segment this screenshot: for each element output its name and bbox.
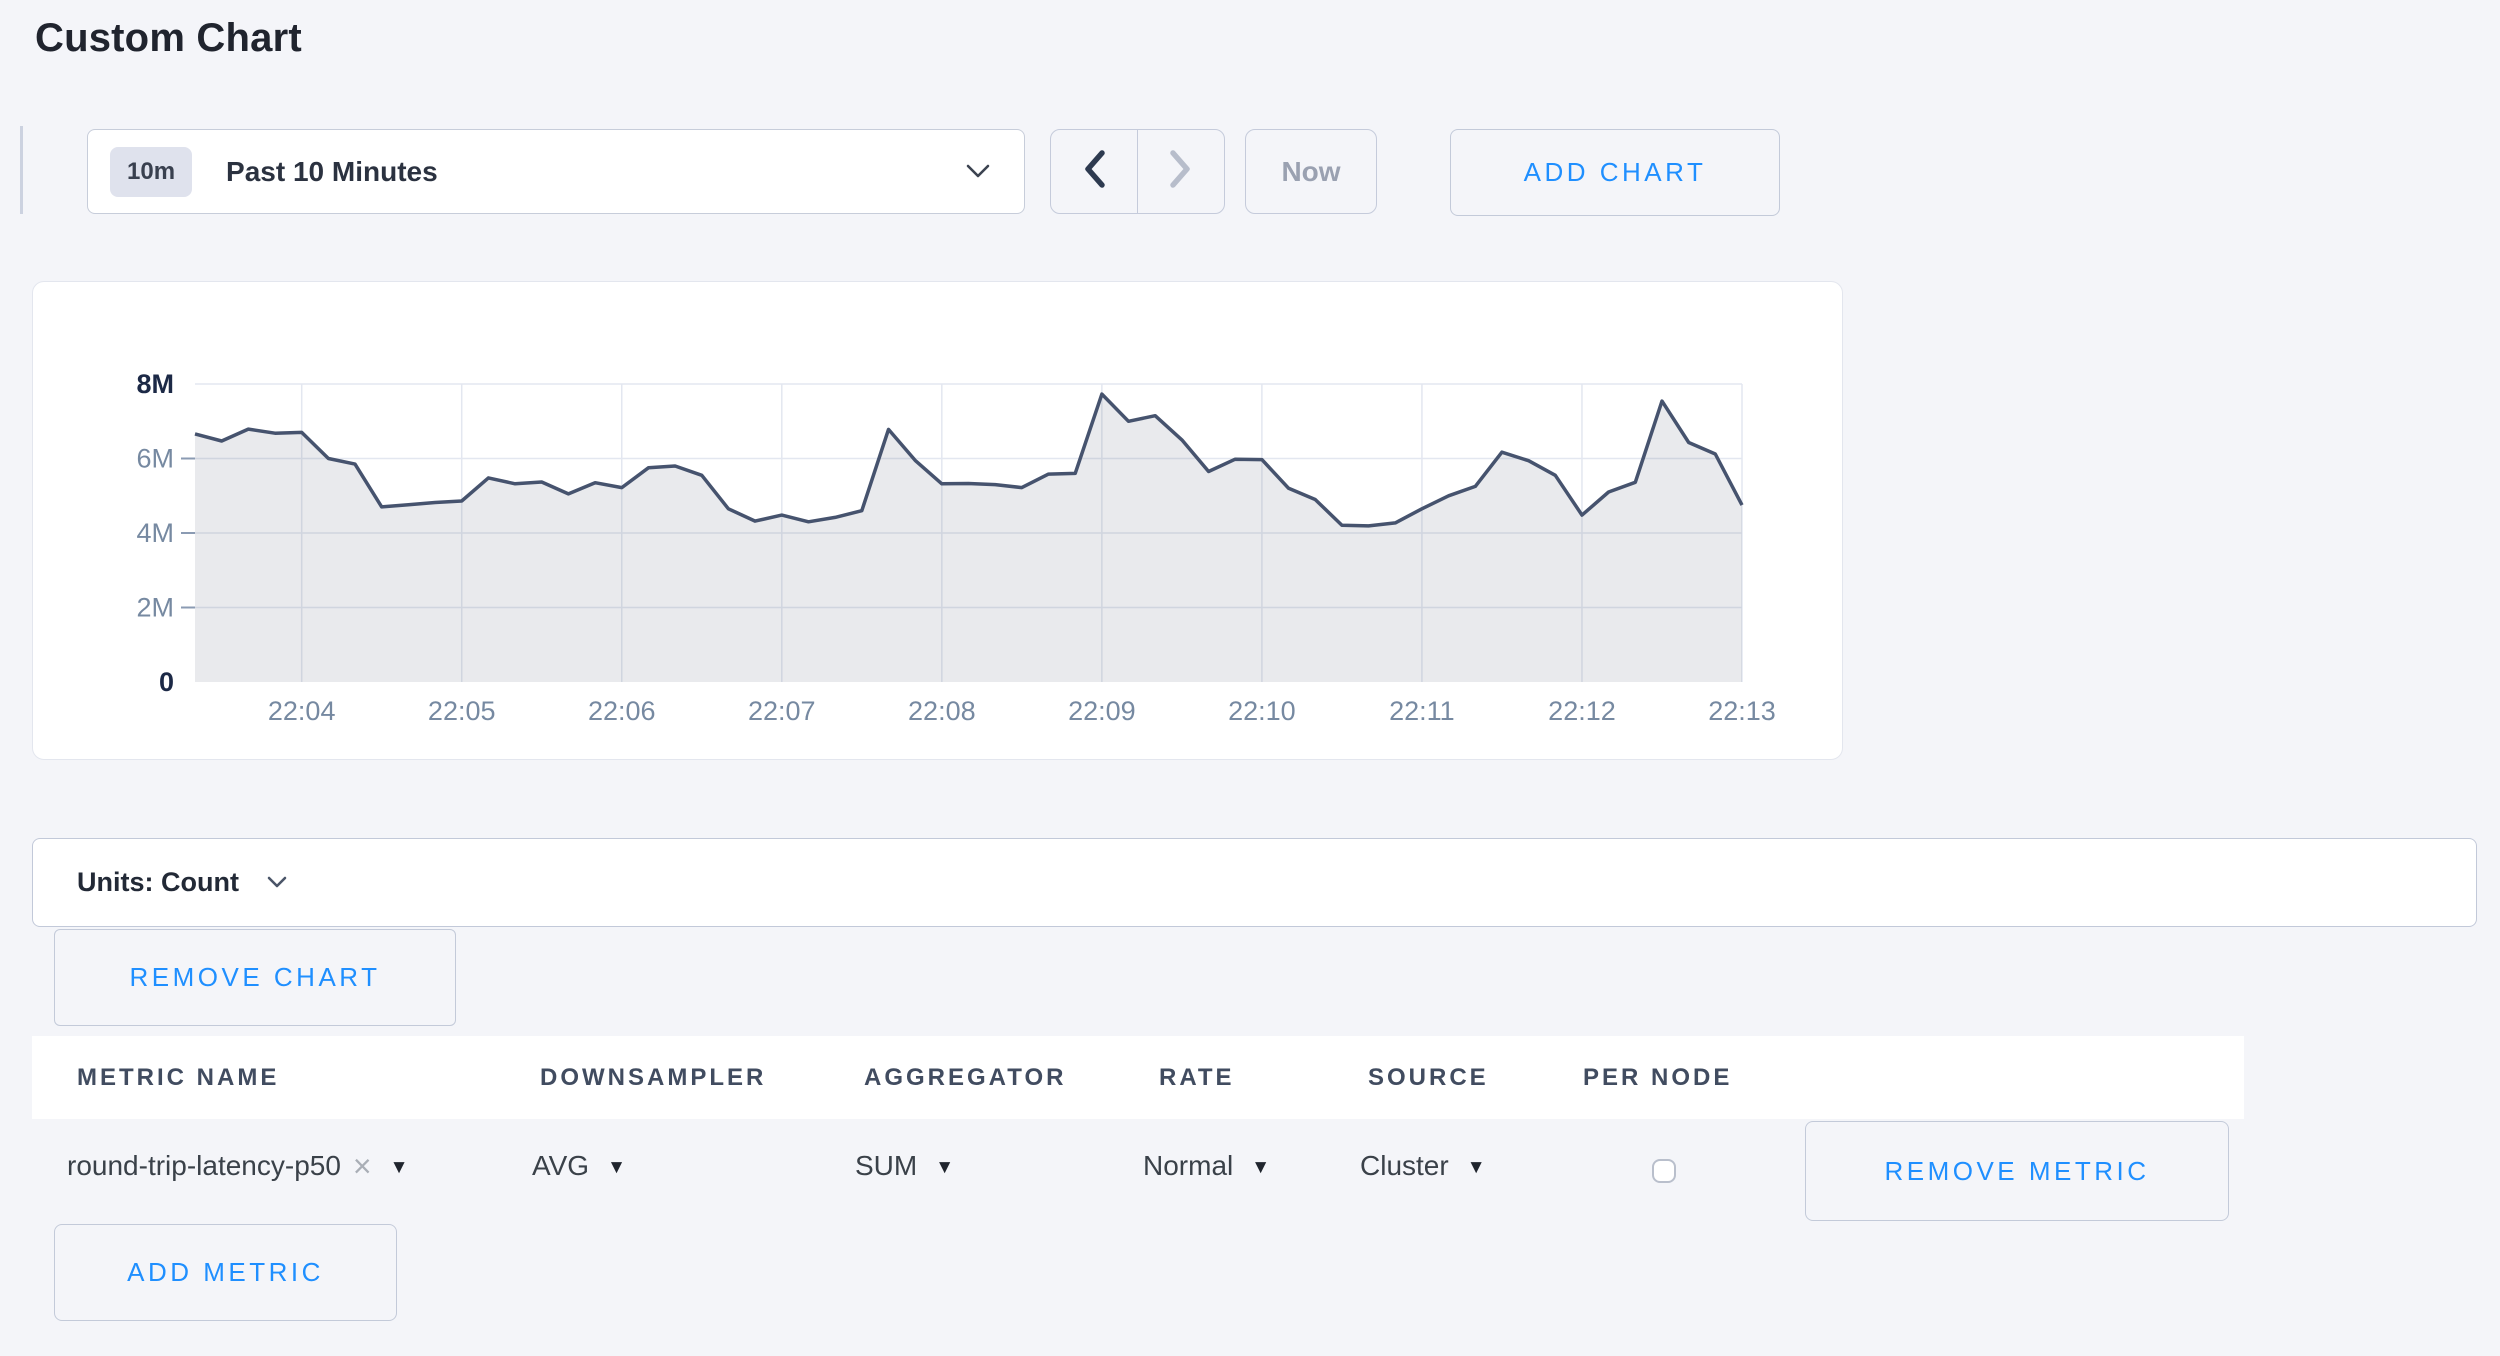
timeseries-chart-svg: 0 2M 4M 6M 8M 22:04 22:05 22:06 22:07 22:08 22:09 2… (33, 282, 1844, 761)
previous-window-button[interactable] (1051, 130, 1137, 213)
metric-name-value: round-trip-latency-p50 (67, 1150, 341, 1182)
caret-down-icon: ▼ (935, 1154, 954, 1179)
units-dropdown[interactable]: Units: Count (32, 838, 2477, 927)
svg-text:6M: 6M (136, 444, 174, 474)
svg-text:4M: 4M (136, 518, 174, 548)
next-window-button[interactable] (1138, 130, 1224, 213)
clear-x-icon[interactable]: × (353, 1150, 372, 1182)
svg-text:22:04: 22:04 (268, 696, 336, 726)
svg-text:2M: 2M (136, 593, 174, 623)
timescale-badge: 10m (110, 147, 192, 197)
header-metric-name: METRIC NAME (77, 1064, 279, 1092)
add-metric-button[interactable]: ADD METRIC (54, 1224, 397, 1321)
aggregator-select[interactable]: SUM ▼ (855, 1150, 954, 1182)
time-window-pager (1050, 129, 1225, 214)
add-chart-button[interactable]: ADD CHART (1450, 129, 1780, 216)
metrics-table-header: METRIC NAME DOWNSAMPLER AGGREGATOR RATE … (32, 1036, 2244, 1119)
header-aggregator: AGGREGATOR (864, 1064, 1066, 1092)
svg-text:22:10: 22:10 (1228, 696, 1296, 726)
chart-card: 0 2M 4M 6M 8M 22:04 22:05 22:06 22:07 22:08 22:09 2… (32, 281, 1843, 760)
svg-text:0: 0 (159, 667, 174, 697)
svg-text:22:05: 22:05 (428, 696, 496, 726)
timescale-dropdown[interactable]: 10m Past 10 Minutes (87, 129, 1025, 214)
aggregator-value: SUM (855, 1150, 917, 1182)
custom-chart-page: Custom Chart 10m Past 10 Minutes Now ADD… (0, 0, 2500, 1356)
metric-name-select[interactable]: round-trip-latency-p50 × ▼ (67, 1150, 408, 1182)
header-rate: RATE (1159, 1064, 1235, 1092)
source-select[interactable]: Cluster ▼ (1360, 1150, 1486, 1182)
rate-value: Normal (1143, 1150, 1233, 1182)
caret-down-icon: ▼ (390, 1154, 409, 1179)
svg-text:22:12: 22:12 (1548, 696, 1616, 726)
svg-text:8M: 8M (136, 369, 174, 399)
units-label: Units: Count (77, 867, 239, 898)
remove-chart-button[interactable]: REMOVE CHART (54, 929, 456, 1026)
svg-text:22:08: 22:08 (908, 696, 976, 726)
svg-text:22:13: 22:13 (1708, 696, 1776, 726)
chevron-down-icon (267, 876, 287, 894)
page-title: Custom Chart (35, 16, 302, 61)
svg-text:22:11: 22:11 (1389, 696, 1455, 726)
per-node-checkbox[interactable] (1652, 1159, 1676, 1183)
timescale-label: Past 10 Minutes (226, 156, 438, 188)
caret-down-icon: ▼ (1467, 1154, 1486, 1179)
caret-down-icon: ▼ (1251, 1154, 1270, 1179)
caret-down-icon: ▼ (607, 1154, 626, 1179)
rate-select[interactable]: Normal ▼ (1143, 1150, 1270, 1182)
svg-text:22:07: 22:07 (748, 696, 816, 726)
downsampler-select[interactable]: AVG ▼ (532, 1150, 626, 1182)
source-value: Cluster (1360, 1150, 1449, 1182)
header-per-node: PER NODE (1583, 1064, 1732, 1092)
toolbar-accent-divider (20, 126, 23, 214)
chevron-down-icon (966, 164, 990, 184)
svg-text:22:09: 22:09 (1068, 696, 1136, 726)
chevron-right-icon (1168, 150, 1194, 193)
now-button[interactable]: Now (1245, 129, 1377, 214)
chevron-left-icon (1081, 150, 1107, 193)
svg-text:22:06: 22:06 (588, 696, 656, 726)
remove-metric-button[interactable]: REMOVE METRIC (1805, 1121, 2229, 1221)
downsampler-value: AVG (532, 1150, 589, 1182)
header-downsampler: DOWNSAMPLER (540, 1064, 766, 1092)
header-source: SOURCE (1368, 1064, 1489, 1092)
